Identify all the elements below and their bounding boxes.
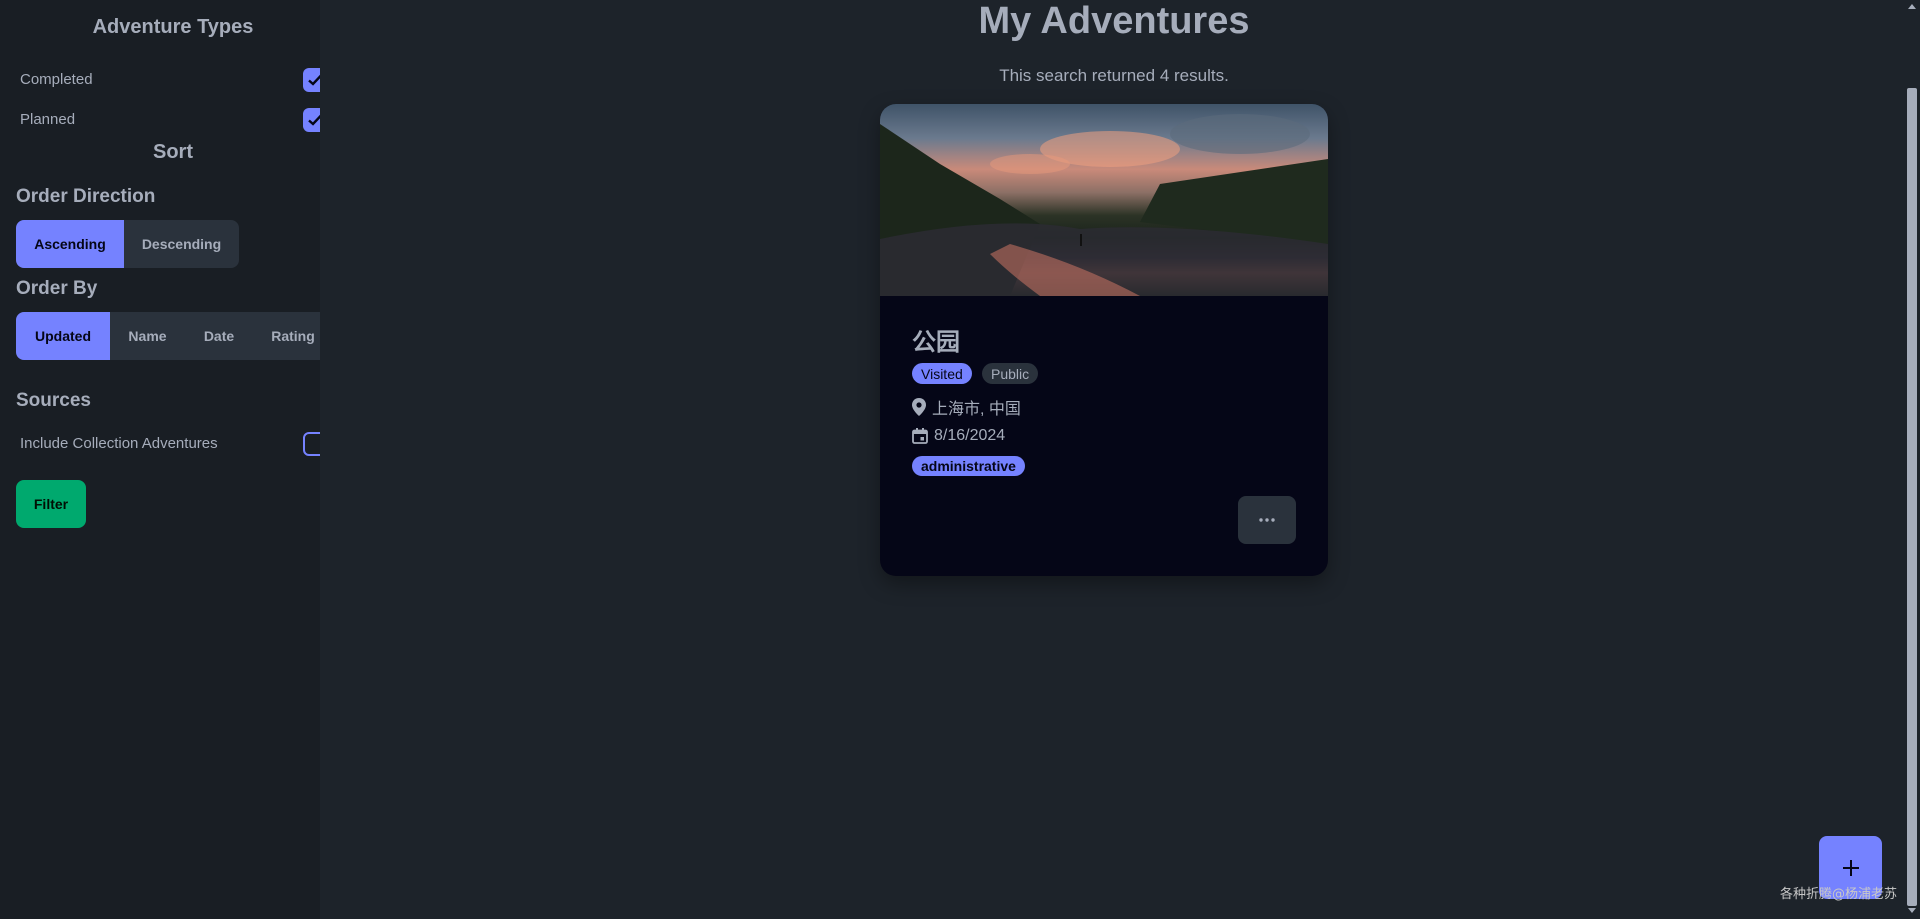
order-direction-group: Ascending Descending [16, 220, 239, 268]
order-ascending-button[interactable]: Ascending [16, 220, 124, 268]
type-planned-checkbox[interactable] [303, 108, 320, 132]
sources-heading: Sources [16, 390, 91, 411]
include-collection-checkbox[interactable] [303, 432, 320, 456]
page-scrollbar[interactable] [1904, 0, 1920, 919]
location-row: 上海市, 中国 [912, 395, 1021, 419]
scroll-up-arrow[interactable] [1908, 4, 1916, 9]
visited-badge: Visited [912, 363, 972, 384]
ellipsis-icon [1259, 518, 1275, 522]
plus-icon [1842, 859, 1859, 876]
order-direction-heading: Order Direction [16, 186, 156, 207]
page-title: My Adventures [978, 0, 1250, 42]
order-descending-button[interactable]: Descending [124, 220, 239, 268]
adventure-image[interactable] [880, 104, 1328, 296]
watermark: 各种折腾@杨浦老苏 [1780, 887, 1898, 902]
order-by-date-button[interactable]: Date [185, 312, 253, 360]
order-by-heading: Order By [16, 278, 98, 299]
result-count-text: This search returned 4 results. [999, 66, 1229, 85]
filter-sidebar: Adventure Types Completed Planned Sort O… [0, 0, 320, 919]
order-by-name-button[interactable]: Name [110, 312, 185, 360]
adventure-name: 公园 [912, 329, 960, 356]
adventure-types-title: Adventure Types [92, 16, 254, 38]
check-icon [308, 74, 320, 86]
adventure-card[interactable]: 公园 Visited Public 上海市, 中国 8/16/2024 admi… [880, 104, 1328, 576]
date-text: 8/16/2024 [934, 427, 1006, 444]
include-collection-label: Include Collection Adventures [20, 435, 218, 452]
order-by-rating-button[interactable]: Rating [253, 312, 320, 360]
public-badge: Public [982, 363, 1039, 384]
scroll-thumb[interactable] [1907, 88, 1917, 906]
order-by-group: Updated Name Date Rating [16, 312, 320, 360]
type-planned-label: Planned [20, 111, 76, 128]
calendar-icon [912, 428, 928, 444]
date-row: 8/16/2024 [912, 427, 1005, 445]
type-completed-checkbox[interactable] [303, 68, 320, 92]
order-by-updated-button[interactable]: Updated [16, 312, 110, 360]
check-icon [308, 114, 320, 126]
sort-title: Sort [153, 141, 193, 163]
filter-button[interactable]: Filter [16, 480, 86, 528]
type-completed-label: Completed [20, 71, 93, 88]
more-options-button[interactable] [1238, 496, 1296, 544]
scroll-down-arrow[interactable] [1908, 908, 1916, 913]
location-text: 上海市, 中国 [932, 401, 1021, 418]
category-tag: administrative [912, 456, 1025, 476]
map-pin-icon [912, 398, 926, 416]
